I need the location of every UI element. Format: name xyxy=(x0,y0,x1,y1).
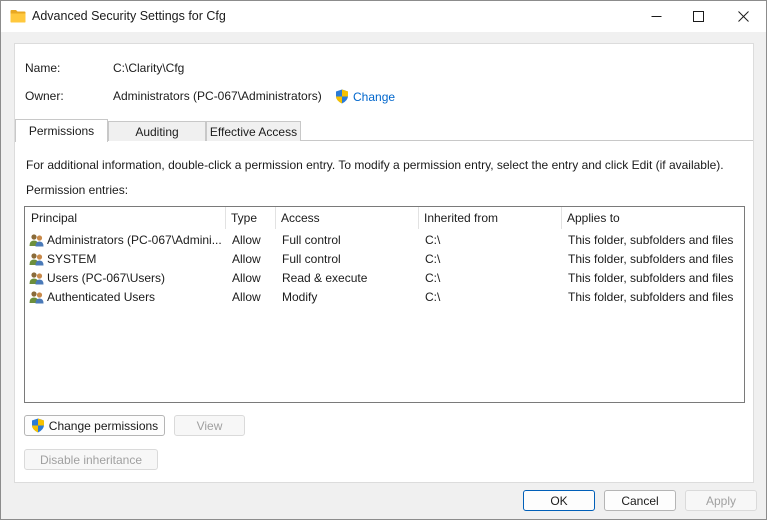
info-text: For additional information, double-click… xyxy=(26,158,724,172)
table-row[interactable]: Authenticated Users Allow Modify C:\ Thi… xyxy=(25,287,744,306)
change-permissions-label: Change permissions xyxy=(48,418,159,433)
minimize-button[interactable] xyxy=(633,1,679,32)
permission-entries-list[interactable]: Principal Type Access Inherited from App… xyxy=(24,206,745,403)
permission-entries-label: Permission entries: xyxy=(26,183,129,197)
access-cell: Full control xyxy=(282,232,341,247)
type-cell: Allow xyxy=(232,232,261,247)
principal-name: Authenticated Users xyxy=(47,289,156,304)
table-row[interactable]: Administrators (PC-067\Admini... Allow F… xyxy=(25,230,744,249)
name-label: Name: xyxy=(25,61,61,75)
principal-name: Administrators (PC-067\Admini... xyxy=(47,232,222,247)
inherited-from-cell: C:\ xyxy=(425,289,441,304)
change-permissions-button[interactable]: Change permissions xyxy=(24,415,165,436)
user-group-icon xyxy=(29,271,44,284)
type-cell: Allow xyxy=(232,289,261,304)
user-group-icon xyxy=(29,290,44,303)
type-cell: Allow xyxy=(232,251,261,266)
change-link-label: Change xyxy=(353,89,396,104)
inherited-from-cell: C:\ xyxy=(425,270,441,285)
inherited-from-cell: C:\ xyxy=(425,232,441,247)
maximize-button[interactable] xyxy=(675,1,721,32)
column-header-type[interactable]: Type xyxy=(225,207,275,229)
user-group-icon xyxy=(29,233,44,246)
principal-cell: Users (PC-067\Users) xyxy=(29,268,225,287)
maximize-icon xyxy=(692,11,704,22)
tab-effective-access[interactable]: Effective Access xyxy=(206,121,301,141)
applies-to-cell: This folder, subfolders and files xyxy=(568,232,734,247)
access-cell: Full control xyxy=(282,251,341,266)
principal-cell: Authenticated Users xyxy=(29,287,225,306)
column-header-access[interactable]: Access xyxy=(275,207,418,229)
applies-to-cell: This folder, subfolders and files xyxy=(568,251,734,266)
ok-button[interactable]: OK xyxy=(523,490,595,511)
list-header: Principal Type Access Inherited from App… xyxy=(25,207,744,229)
view-button[interactable]: View xyxy=(174,415,245,436)
uac-shield-icon xyxy=(336,89,348,104)
principal-cell: SYSTEM xyxy=(29,249,225,268)
access-cell: Read & execute xyxy=(282,270,368,285)
title-bar[interactable]: Advanced Security Settings for Cfg xyxy=(1,1,766,32)
window-title: Advanced Security Settings for Cfg xyxy=(32,9,226,23)
owner-value: Administrators (PC-067\Administrators) xyxy=(113,89,322,103)
table-row[interactable]: Users (PC-067\Users) Allow Read & execut… xyxy=(25,268,744,287)
principal-name: Users (PC-067\Users) xyxy=(47,270,166,285)
minimize-icon xyxy=(651,16,661,17)
applies-to-cell: This folder, subfolders and files xyxy=(568,270,734,285)
folder-icon xyxy=(10,9,26,23)
user-group-icon xyxy=(29,252,44,265)
principal-cell: Administrators (PC-067\Admini... xyxy=(29,230,225,249)
column-header-inherited-from[interactable]: Inherited from xyxy=(418,207,561,229)
content-panel: Name: C:\Clarity\Cfg Owner: Administrato… xyxy=(14,43,754,483)
tab-strip: Permissions Auditing Effective Access xyxy=(15,119,753,142)
tab-auditing[interactable]: Auditing xyxy=(108,121,206,141)
disable-inheritance-button[interactable]: Disable inheritance xyxy=(24,449,158,470)
close-button[interactable] xyxy=(720,1,766,32)
column-header-applies-to[interactable]: Applies to xyxy=(561,207,744,229)
security-settings-window: Advanced Security Settings for Cfg Name:… xyxy=(0,0,767,520)
apply-button[interactable]: Apply xyxy=(685,490,757,511)
table-row[interactable]: SYSTEM Allow Full control C:\ This folde… xyxy=(25,249,744,268)
inherited-from-cell: C:\ xyxy=(425,251,441,266)
applies-to-cell: This folder, subfolders and files xyxy=(568,289,734,304)
column-header-principal[interactable]: Principal xyxy=(25,207,225,229)
principal-name: SYSTEM xyxy=(47,251,97,266)
uac-shield-icon xyxy=(31,418,44,433)
change-owner-link[interactable]: Change xyxy=(335,89,395,104)
name-value[interactable]: C:\Clarity\Cfg xyxy=(113,61,184,75)
access-cell: Modify xyxy=(282,289,318,304)
owner-label: Owner: xyxy=(25,89,64,103)
type-cell: Allow xyxy=(232,270,261,285)
cancel-button[interactable]: Cancel xyxy=(604,490,676,511)
close-icon xyxy=(737,11,749,22)
tab-permissions[interactable]: Permissions xyxy=(15,119,108,142)
